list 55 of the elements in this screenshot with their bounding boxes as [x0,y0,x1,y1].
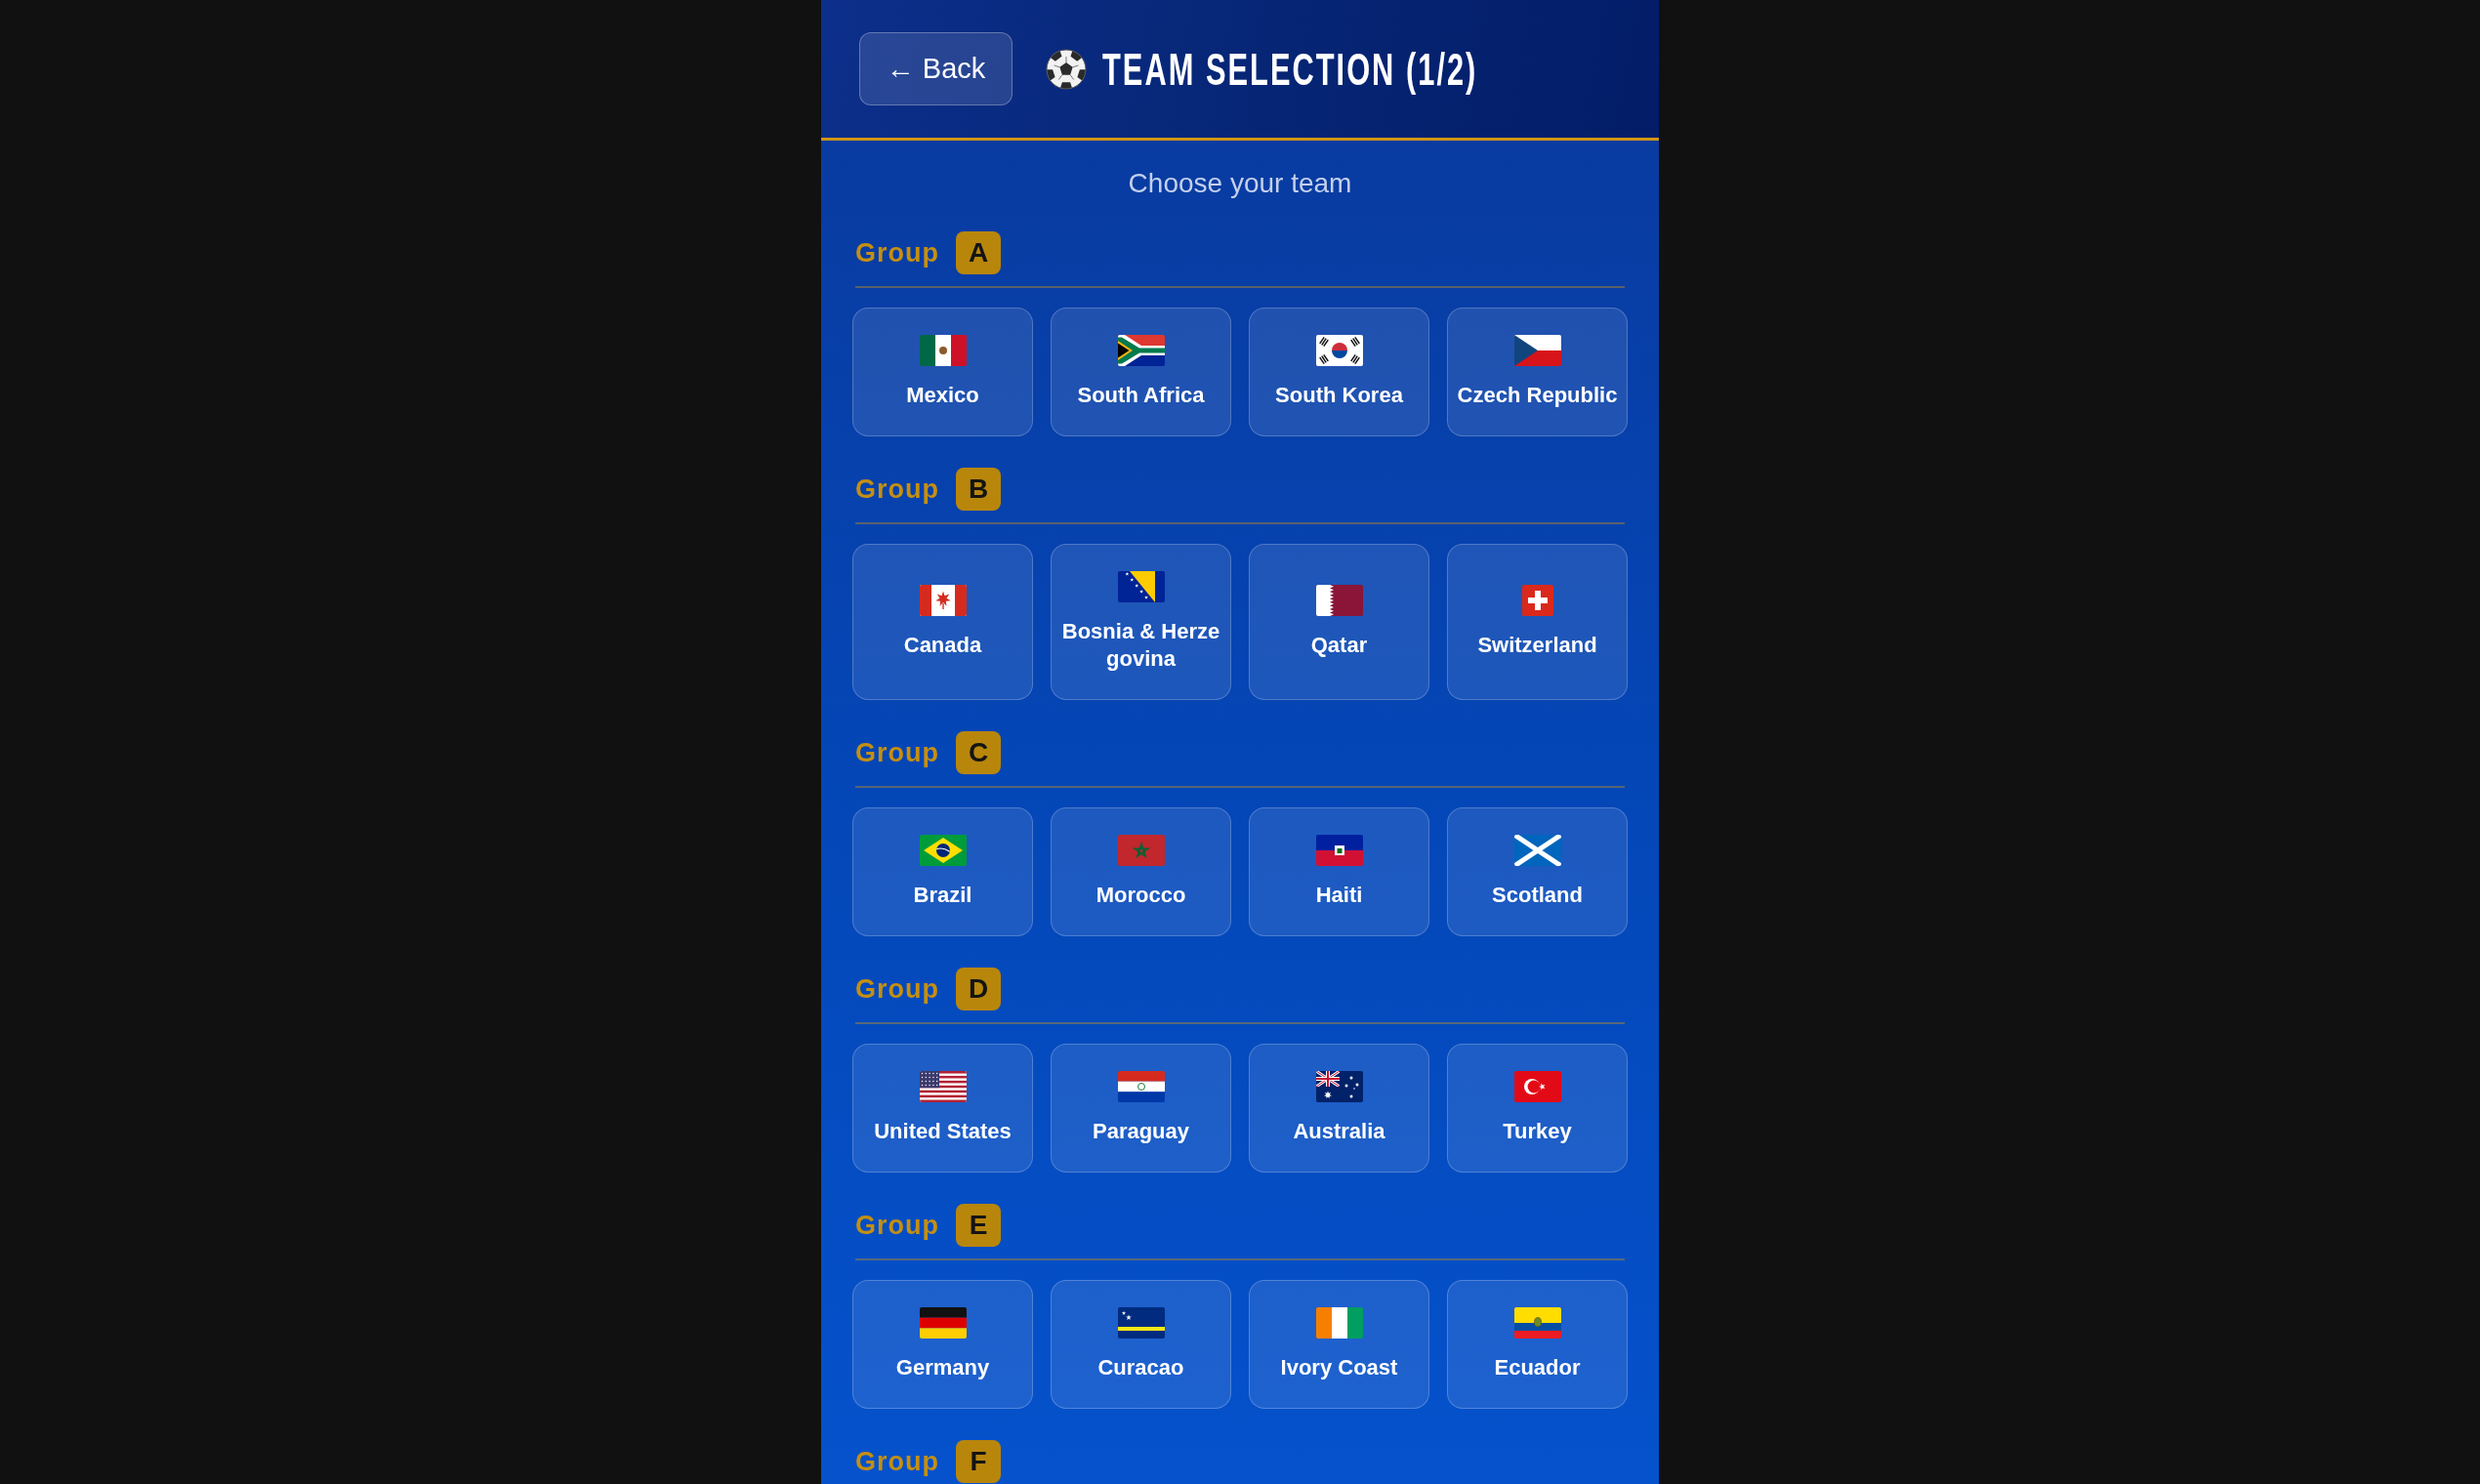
flag-icon [919,335,967,366]
team-card[interactable]: Switzerland [1447,544,1628,700]
soccer-ball-icon [1046,48,1087,90]
team-card[interactable]: Scotland [1447,807,1628,936]
team-card[interactable]: Australia [1249,1044,1429,1173]
group-letter-badge: E [956,1204,1001,1247]
flag-icon [919,835,967,866]
flag-icon [1117,835,1165,866]
team-card[interactable]: South Africa [1051,308,1231,436]
flag-icon [1117,1307,1165,1339]
flag-icon [919,1307,967,1339]
team-card[interactable]: Mexico [852,308,1033,436]
team-card[interactable]: United States [852,1044,1033,1173]
group-label: Group [855,737,939,768]
group-letter-badge: F [956,1440,1001,1483]
team-card[interactable]: Turkey [1447,1044,1628,1173]
team-card[interactable]: Paraguay [1051,1044,1231,1173]
group-label: Group [855,1446,939,1477]
team-card[interactable]: Curacao [1051,1280,1231,1409]
flag-icon [1117,335,1165,366]
team-card[interactable]: Bosnia & Herzegovina [1051,544,1231,700]
team-card[interactable]: Haiti [1249,807,1429,936]
team-card[interactable]: Brazil [852,807,1033,936]
team-card[interactable]: South Korea [1249,308,1429,436]
team-card[interactable]: Germany [852,1280,1033,1409]
flag-icon [1513,335,1561,366]
flag-icon [1315,1071,1363,1102]
group-label: Group [855,237,939,268]
flag-icon [1521,585,1553,616]
flag-icon [1117,1071,1165,1102]
team-card[interactable]: Canada [852,544,1033,700]
back-button[interactable]: ← Back [859,32,1013,105]
flag-icon [1513,1071,1561,1102]
team-card[interactable]: Morocco [1051,807,1231,936]
group-label: Group [855,474,939,505]
team-card[interactable]: Czech Republic [1447,308,1628,436]
group-letter-badge: C [956,731,1001,774]
flag-icon [919,585,967,616]
team-card[interactable]: Ecuador [1447,1280,1628,1409]
group-letter-badge: B [956,468,1001,511]
flag-icon [1315,835,1363,866]
group-label: Group [855,1210,939,1241]
subtitle: Choose your team [1127,167,1353,200]
team-card[interactable]: Ivory Coast [1249,1280,1429,1409]
flag-icon [1513,1307,1561,1339]
flag-icon [1117,571,1165,602]
group-letter-badge: D [956,968,1001,1010]
team-card[interactable]: Qatar [1249,544,1429,700]
flag-icon [919,1071,967,1102]
flag-icon [1315,585,1363,616]
group-label: Group [855,973,939,1005]
flag-icon [1513,835,1561,866]
flag-icon [1315,1307,1363,1339]
flag-icon [1315,335,1363,366]
group-letter-badge: A [956,231,1001,274]
